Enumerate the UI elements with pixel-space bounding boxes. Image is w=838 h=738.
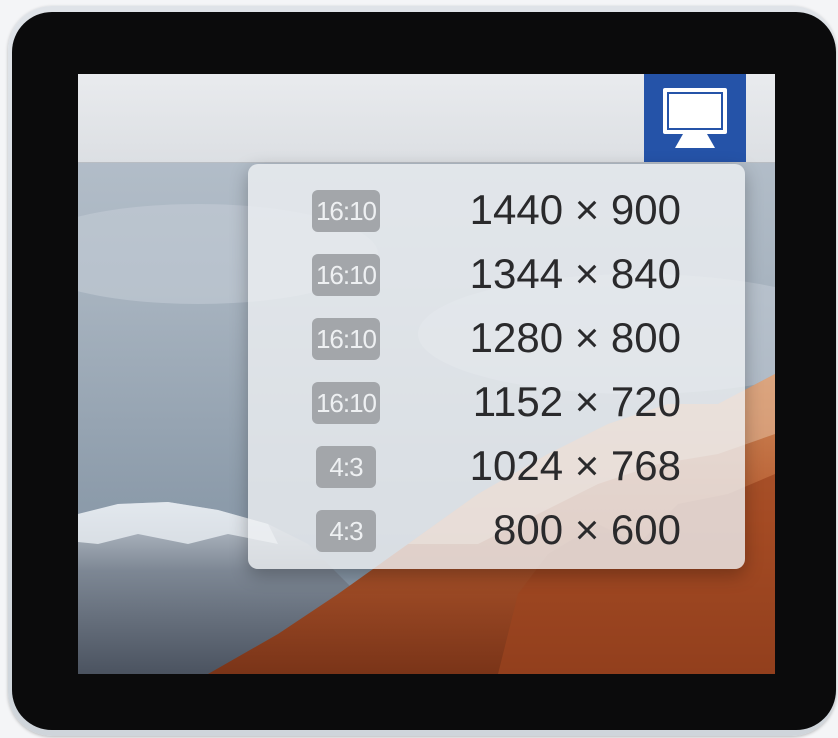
resolution-label: 800 × 600	[492, 506, 681, 553]
aspect-ratio-badge: 4:3	[316, 446, 376, 488]
aspect-ratio-badge: 16:10	[312, 254, 380, 296]
aspect-ratio-badge: 4:3	[316, 510, 376, 552]
menu-bar	[78, 74, 775, 163]
resolution-label: 1152 × 720	[472, 378, 681, 425]
resolution-option[interactable]: 16:10 1344 × 840	[248, 242, 745, 306]
display-monitor-icon	[663, 88, 727, 148]
resolution-option[interactable]: 4:3 1024 × 768	[248, 434, 745, 498]
aspect-ratio-badge: 16:10	[312, 190, 380, 232]
resolution-label: 1344 × 840	[469, 250, 681, 297]
resolution-option[interactable]: 16:10 1280 × 800	[248, 306, 745, 370]
resolution-label: 1024 × 768	[469, 442, 681, 489]
aspect-ratio-badge: 16:10	[312, 318, 380, 360]
resolution-menu: 16:10 1440 × 900 16:10 1344 × 840 16:10 …	[248, 164, 745, 569]
screen: 16:10 1440 × 900 16:10 1344 × 840 16:10 …	[78, 74, 775, 674]
resolution-label: 1440 × 900	[469, 186, 681, 233]
resolution-option[interactable]: 16:10 1152 × 720	[248, 370, 745, 434]
resolution-option[interactable]: 4:3 800 × 600	[248, 498, 745, 562]
resolution-option[interactable]: 16:10 1440 × 900	[248, 178, 745, 242]
display-menu-button[interactable]	[644, 74, 746, 162]
resolution-label: 1280 × 800	[469, 314, 681, 361]
aspect-ratio-badge: 16:10	[312, 382, 380, 424]
